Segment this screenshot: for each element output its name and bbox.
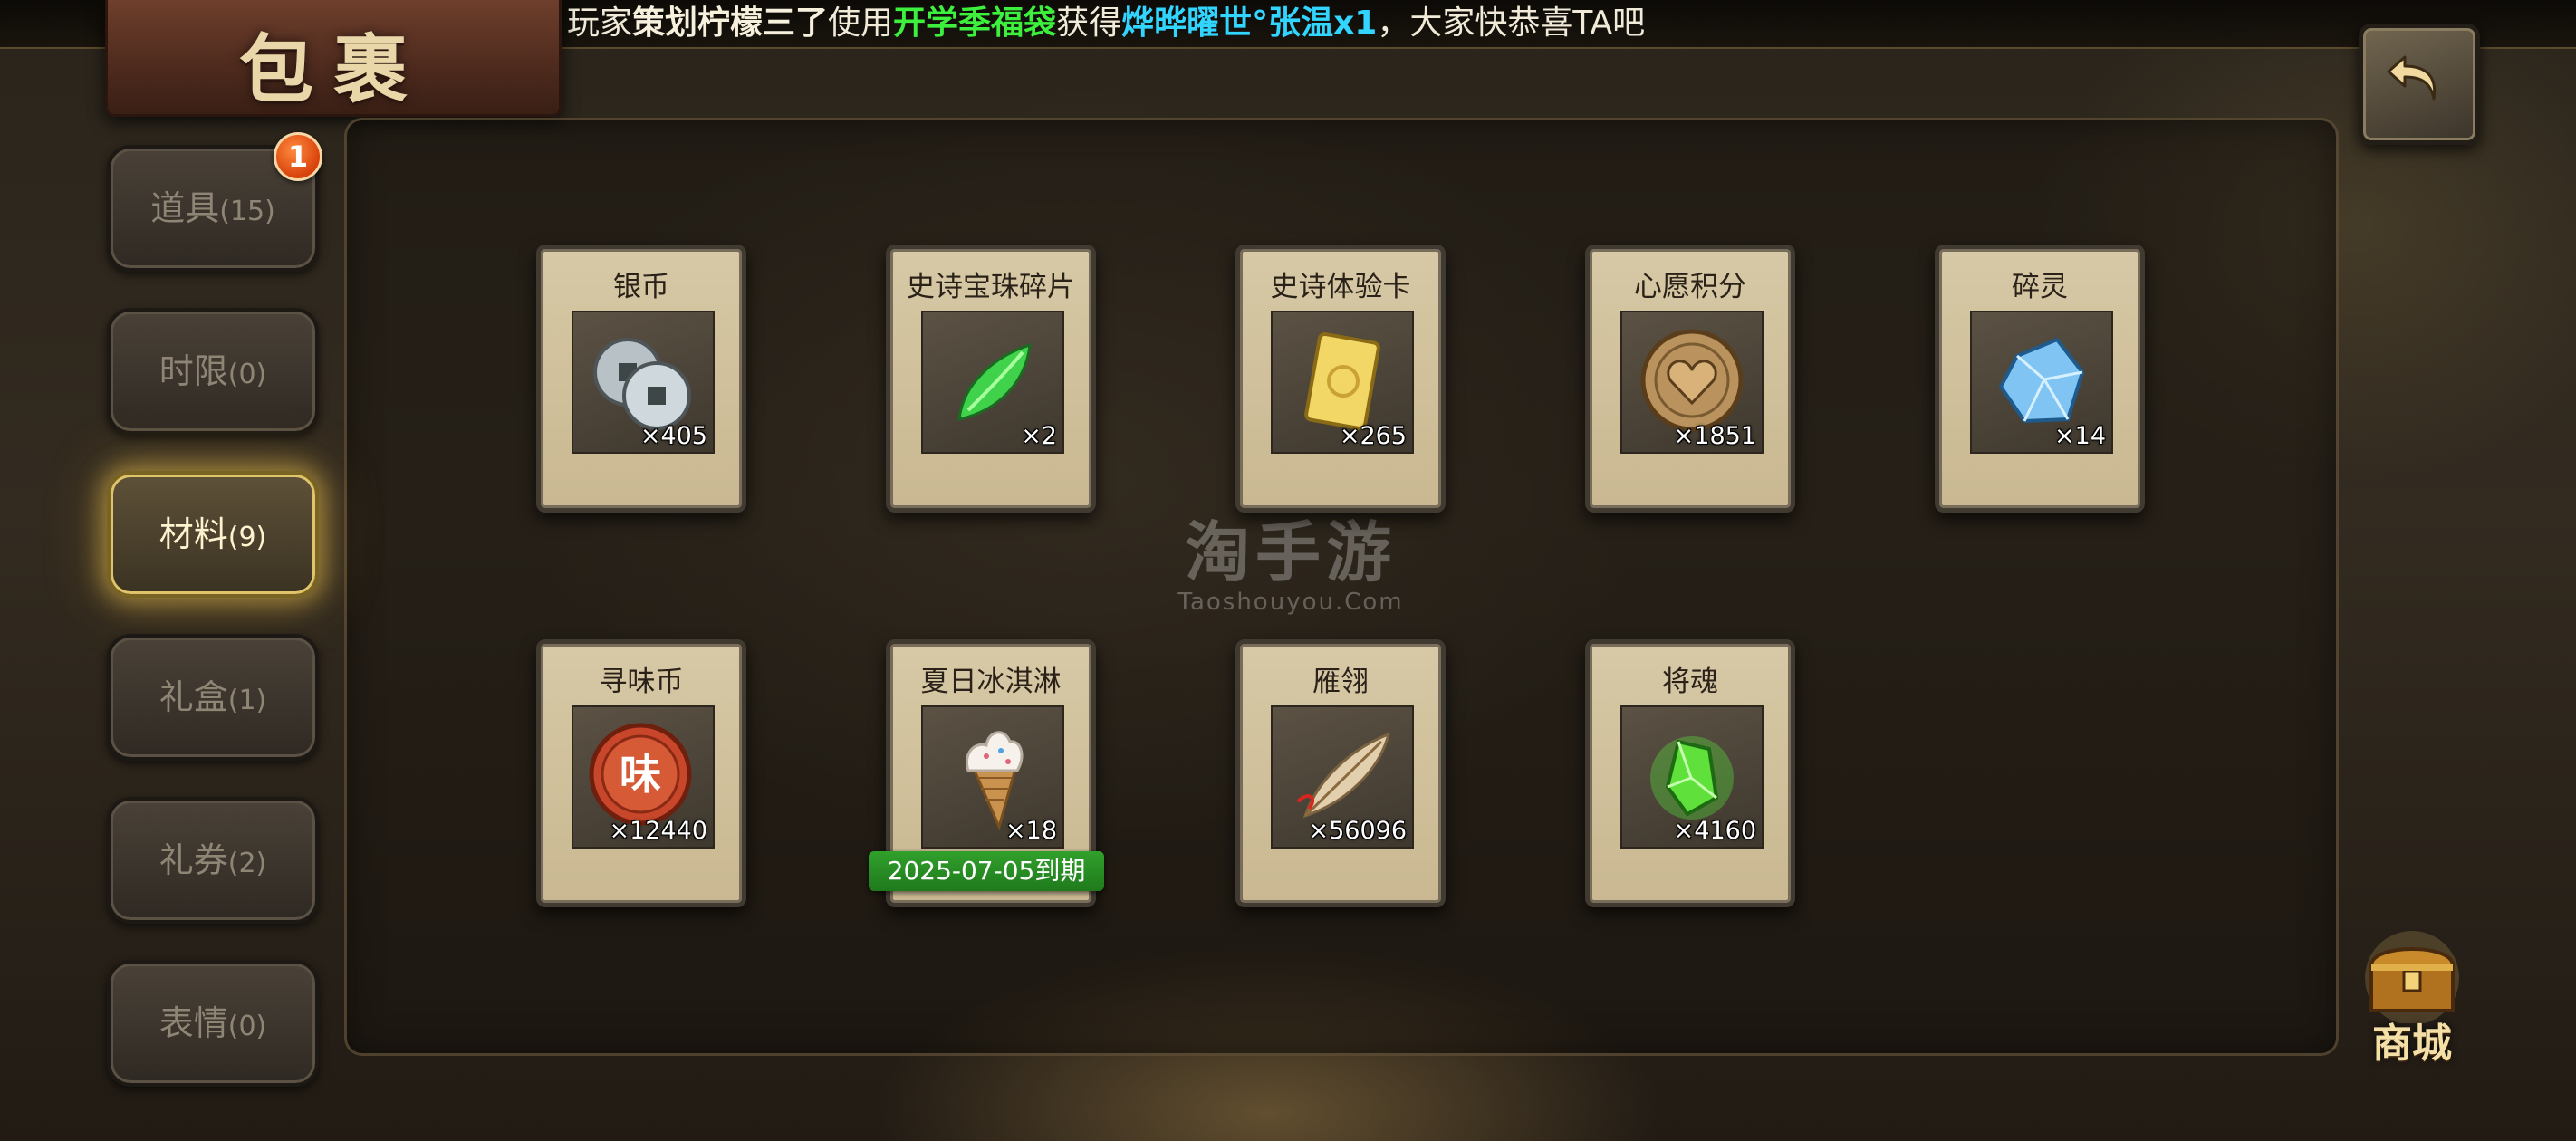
coin-glyph: 味 [620, 750, 661, 799]
tab-label: 表情(0) [159, 1003, 267, 1043]
item-name: 夏日冰淇淋 [920, 666, 1062, 698]
item-slot: ×1851 [1620, 311, 1764, 454]
item-card-epic-orb-shard[interactable]: 史诗宝珠碎片 ×2 [886, 244, 1096, 513]
ticker-prefix: 玩家 [567, 5, 633, 42]
item-slot: ×265 [1271, 311, 1414, 454]
tab-emotes[interactable]: 表情(0) [107, 960, 319, 1087]
item-name: 雁翎 [1312, 666, 1369, 698]
notification-badge: 1 [274, 132, 322, 181]
item-card-spirit-fragment[interactable]: 碎灵 ×14 [1935, 244, 2145, 513]
ticker-player-name: 策划柠檬三了 [632, 5, 829, 42]
item-quantity: ×4160 [1673, 817, 1756, 845]
back-button[interactable] [2359, 24, 2480, 145]
item-quantity: ×14 [2054, 422, 2106, 450]
item-card-goose-feather[interactable]: 雁翎 ×56096 [1235, 639, 1446, 907]
item-quantity: ×265 [1339, 422, 1407, 450]
item-slot: 味 ×12440 [572, 705, 715, 849]
item-slot: ×18 [921, 705, 1064, 849]
tab-label: 材料(9) [159, 514, 267, 554]
back-arrow-icon [2387, 55, 2437, 101]
item-card-silver-coin[interactable]: 银币 ×405 [536, 244, 746, 513]
tab-materials[interactable]: 材料(9) [107, 471, 319, 598]
item-quantity: ×12440 [609, 817, 707, 845]
item-slot: ×2 [921, 311, 1064, 454]
ticker-suffix: ，大家快恭喜TA吧 [1377, 5, 1646, 42]
item-quantity: ×18 [1005, 817, 1057, 845]
shop-label: 商城 [2372, 1021, 2452, 1067]
title-plaque: 包裹 [105, 0, 562, 117]
tab-vouchers[interactable]: 礼券(2) [107, 797, 319, 924]
watermark-text: 淘手游 [1184, 514, 1397, 590]
announcement-text: 玩家策划柠檬三了使用开学季福袋获得烨晔曜世°张温x1，大家快恭喜TA吧 [567, 2, 1645, 45]
item-name: 碎灵 [2012, 271, 2068, 303]
item-quantity: ×2 [1021, 422, 1057, 450]
item-quantity: ×56096 [1308, 817, 1407, 845]
item-quantity: ×1851 [1673, 422, 1756, 450]
item-card-wish-points[interactable]: 心愿积分 ×1851 [1585, 244, 1795, 513]
tab-label: 礼券(2) [159, 840, 267, 880]
item-name: 史诗宝珠碎片 [907, 271, 1075, 303]
item-name: 史诗体验卡 [1270, 271, 1411, 303]
treasure-chest-icon [2365, 931, 2459, 1023]
item-name: 将魂 [1662, 666, 1718, 698]
item-slot: ×56096 [1271, 705, 1414, 849]
expiry-tag: 2025-07-05到期 [869, 851, 1104, 891]
watermark: 淘手游 Taoshouyou.Com [1168, 516, 1413, 616]
item-slot: ×14 [1970, 311, 2113, 454]
item-name: 寻味币 [599, 666, 684, 698]
tab-limited[interactable]: 时限(0) [107, 308, 319, 435]
item-card-epic-trial-card[interactable]: 史诗体验卡 ×265 [1235, 244, 1446, 513]
ticker-used: 使用 [828, 5, 894, 42]
ticker-reward: 烨晔曜世°张温x1 [1121, 5, 1378, 42]
inventory-screen: 玩家策划柠檬三了使用开学季福袋获得烨晔曜世°张温x1，大家快恭喜TA吧 包裹 道… [0, 0, 2576, 1141]
item-slot: ×4160 [1620, 705, 1764, 849]
watermark-url: Taoshouyou.Com [1177, 589, 1404, 616]
tab-label: 时限(0) [159, 351, 267, 391]
item-slot: ×405 [572, 311, 715, 454]
item-card-flavor-coin[interactable]: 寻味币 味 ×12440 [536, 639, 746, 907]
shop-button[interactable]: 商城 [2344, 924, 2480, 1067]
tab-gift-box[interactable]: 礼盒(1) [107, 634, 319, 761]
tab-label: 礼盒(1) [159, 677, 267, 717]
item-name: 心愿积分 [1634, 271, 1746, 303]
item-quantity: ×405 [639, 422, 707, 450]
ticker-event-name: 开学季福袋 [893, 5, 1057, 42]
item-name: 银币 [613, 271, 669, 303]
ticker-obtained: 获得 [1056, 5, 1122, 42]
item-card-general-soul[interactable]: 将魂 ×4160 [1585, 639, 1795, 907]
page-title: 包裹 [238, 26, 428, 113]
